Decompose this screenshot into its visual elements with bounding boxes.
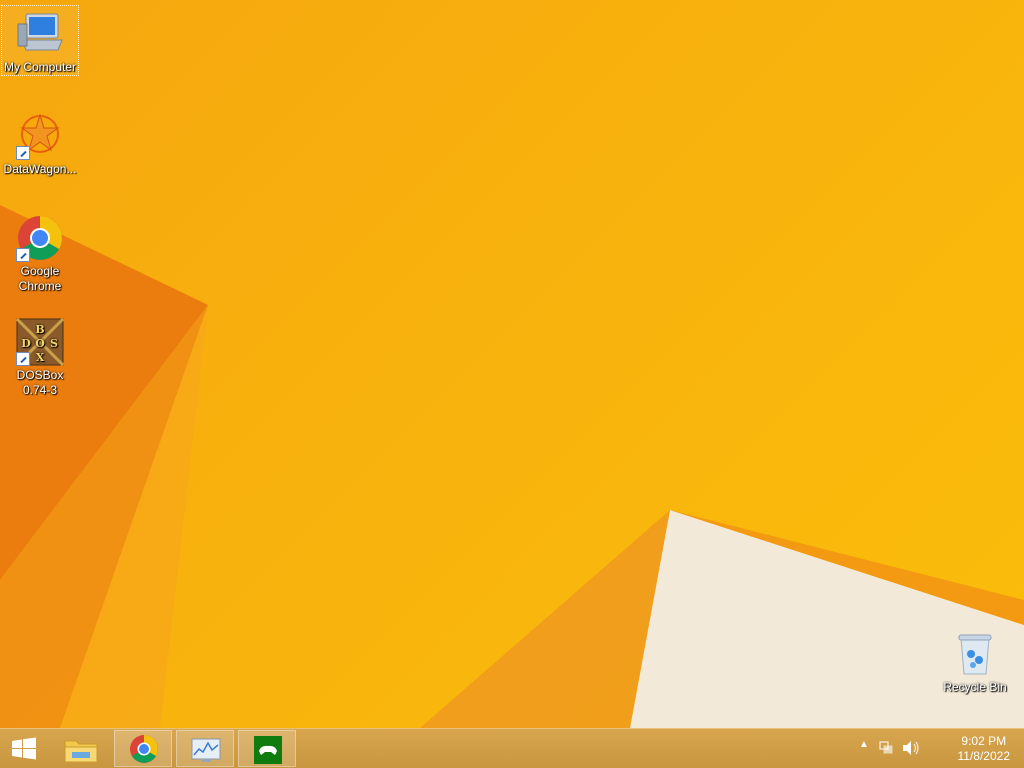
icon-label: DataWagon...	[3, 162, 77, 176]
gamepad-icon	[254, 736, 282, 764]
icon-label: Recycle Bin	[943, 680, 1007, 694]
shortcut-arrow-icon	[16, 146, 30, 160]
shortcut-arrow-icon	[16, 352, 30, 366]
wallpaper	[0, 205, 1024, 728]
chrome-icon	[16, 214, 64, 262]
windows-logo-icon	[12, 737, 36, 760]
clock[interactable]: 9:02 PM 11/8/2022	[958, 734, 1011, 764]
taskbar-file-explorer[interactable]	[52, 730, 110, 767]
taskbar-resource-monitor[interactable]	[176, 730, 234, 767]
desktop-icon-my-computer[interactable]: My Computer	[1, 5, 79, 76]
desktop-icon-recycle-bin[interactable]: Recycle Bin	[937, 626, 1013, 695]
computer-icon	[16, 10, 64, 58]
folder-icon	[64, 740, 98, 763]
network-icon[interactable]	[878, 740, 894, 756]
desktop-icon-dosbox[interactable]: B D O S X DOSBox 0.74-3	[2, 314, 78, 398]
taskbar: ▲ 9:02 PM 11/8/2022	[0, 728, 1024, 768]
taskbar-xbox-app[interactable]	[238, 730, 296, 767]
svg-text:D: D	[21, 337, 31, 350]
svg-text:O: O	[35, 337, 45, 350]
icon-label: Google Chrome	[18, 264, 62, 293]
svg-text:X: X	[36, 351, 45, 364]
system-tray: ▲ 9:02 PM 11/8/2022	[854, 729, 1024, 768]
show-hidden-icons-chevron-icon[interactable]: ▲	[859, 739, 869, 750]
datawagon-icon	[16, 112, 64, 160]
svg-text:B: B	[35, 323, 44, 336]
monitor-chart-icon	[191, 738, 221, 762]
clock-date: 11/8/2022	[957, 749, 1011, 763]
taskbar-chrome[interactable]	[114, 730, 172, 767]
start-button[interactable]	[0, 730, 48, 767]
clock-time: 9:02 PM	[961, 734, 1007, 748]
recycle-bin-icon	[951, 630, 999, 678]
desktop-icon-google-chrome[interactable]: Google Chrome	[2, 210, 78, 294]
dosbox-icon: B D O S X	[15, 317, 65, 367]
icon-label: My Computer	[3, 60, 77, 74]
chrome-icon	[130, 735, 158, 763]
desktop-icon-datawagon[interactable]: DataWagon...	[2, 108, 78, 177]
svg-text:S: S	[50, 337, 58, 350]
desktop[interactable]: My Computer DataWagon... Google Chrome B…	[0, 0, 1024, 728]
volume-icon[interactable]	[902, 740, 920, 756]
shortcut-arrow-icon	[16, 248, 30, 262]
icon-label: DOSBox 0.74-3	[16, 368, 64, 397]
